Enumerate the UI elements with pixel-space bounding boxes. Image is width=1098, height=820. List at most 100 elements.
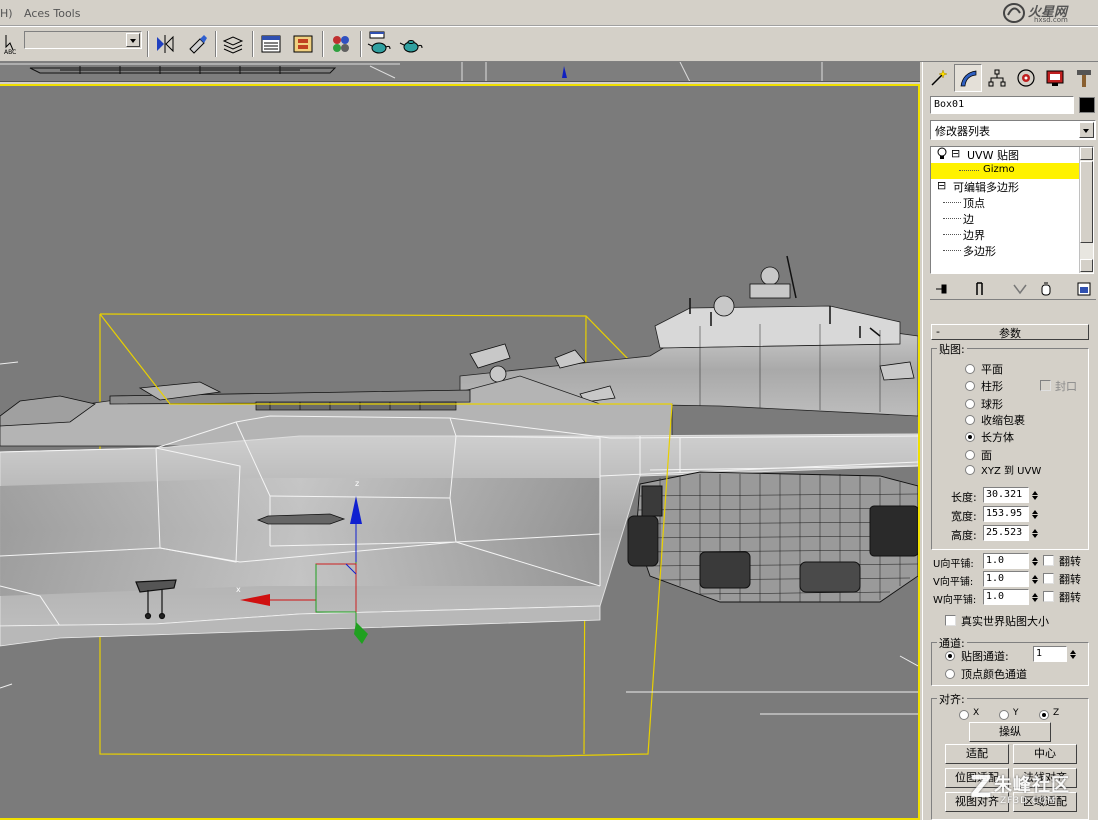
scroll-down-icon[interactable]	[1080, 259, 1093, 272]
radio-shrink-wrap[interactable]	[965, 415, 975, 425]
align-icon	[189, 35, 207, 54]
w-flip-checkbox[interactable]	[1043, 591, 1054, 602]
stack-item-label: 多边形	[963, 245, 996, 258]
modify-icon	[960, 70, 977, 87]
material-editor-button[interactable]	[328, 31, 354, 57]
u-tile-spinner[interactable]	[1031, 553, 1040, 569]
length-input[interactable]: 30.321	[983, 487, 1029, 503]
w-tile-label: W向平铺:	[933, 595, 977, 606]
radio-axis-x[interactable]	[959, 710, 969, 720]
radio-spherical[interactable]	[965, 399, 975, 409]
object-color-swatch[interactable]	[1079, 97, 1095, 113]
tab-hierarchy[interactable]	[983, 64, 1011, 92]
width-spinner[interactable]	[1031, 506, 1040, 522]
align-button[interactable]	[184, 31, 210, 57]
w-tile-input[interactable]: 1.0	[983, 589, 1029, 605]
named-selection-combo[interactable]	[24, 31, 142, 49]
length-label: 长度:	[951, 491, 977, 504]
pin-stack-button[interactable]	[932, 279, 952, 299]
stack-item-label: Gizmo	[983, 164, 1015, 175]
menu-help[interactable]: H)	[0, 7, 13, 20]
v-tile-input[interactable]: 1.0	[983, 571, 1029, 587]
cap-checkbox[interactable]	[1040, 380, 1051, 391]
map-channel-spinner[interactable]	[1069, 646, 1078, 662]
layers-icon	[222, 36, 244, 54]
u-flip-checkbox[interactable]	[1043, 555, 1054, 566]
center-button[interactable]: 中心	[1013, 744, 1077, 764]
height-input[interactable]: 25.523	[983, 525, 1029, 541]
curve-editor-button[interactable]	[258, 31, 284, 57]
viewport-top-strip[interactable]	[0, 62, 920, 82]
modifier-stack[interactable]: ⊟ UVW 贴图 Gizmo ⊟ 可编辑多边形 顶点 边 边界 多边形	[930, 146, 1094, 274]
create-icon	[931, 69, 948, 86]
stack-scrollbar[interactable]	[1079, 147, 1093, 273]
modifier-list-dropdown[interactable]: 修改器列表	[930, 120, 1096, 140]
chevron-down-icon[interactable]	[126, 33, 140, 47]
layers-button[interactable]	[220, 31, 246, 57]
scroll-up-icon[interactable]	[1080, 147, 1093, 160]
remove-modifier-button[interactable]	[1036, 279, 1056, 299]
command-panel: Box01 修改器列表 ⊟ UVW 贴图 Gizmo ⊟ 可编辑多边形 顶点 边…	[922, 62, 1098, 820]
schematic-view-button[interactable]	[290, 31, 316, 57]
configure-icon	[1077, 282, 1091, 296]
rollout-collapse-toggle[interactable]: -	[936, 325, 940, 338]
manipulate-button[interactable]: 操纵	[969, 722, 1051, 742]
mirror-button[interactable]	[152, 31, 178, 57]
axis-x-label: x	[236, 585, 241, 594]
box-label: 长方体	[981, 431, 1014, 444]
radio-vertex-color-channel[interactable]	[945, 669, 955, 679]
radio-xyz-to-uvw[interactable]	[965, 465, 975, 475]
width-input[interactable]: 153.95	[983, 506, 1029, 522]
collapse-icon[interactable]: ⊟	[951, 147, 960, 160]
length-spinner[interactable]	[1031, 487, 1040, 503]
tab-motion[interactable]	[1012, 64, 1040, 92]
scroll-thumb[interactable]	[1080, 161, 1093, 243]
v-flip-checkbox[interactable]	[1043, 573, 1054, 584]
light-bulb-icon[interactable]	[937, 147, 947, 164]
modifier-list-label: 修改器列表	[935, 125, 990, 138]
radio-map-channel[interactable]	[945, 651, 955, 661]
show-end-result-button[interactable]	[970, 279, 990, 299]
ship-model-render: z x	[0, 255, 918, 757]
hammer-icon	[1077, 70, 1091, 87]
named-selection-icon[interactable]: ABC	[0, 31, 22, 57]
watermark-glyph: Z	[970, 770, 992, 805]
u-tile-input[interactable]: 1.0	[983, 553, 1029, 569]
render-setup-button[interactable]	[366, 31, 392, 57]
stack-item-uvw-map[interactable]: ⊟ UVW 贴图	[931, 147, 1079, 163]
tab-utilities[interactable]	[1070, 64, 1098, 92]
collapse-icon[interactable]: ⊟	[937, 179, 946, 192]
tab-display[interactable]	[1041, 64, 1069, 92]
parameters-rollout-header[interactable]: - 参数	[931, 324, 1089, 340]
tab-modify[interactable]	[954, 64, 982, 92]
v-tile-spinner[interactable]	[1031, 571, 1040, 587]
make-unique-button[interactable]	[1010, 279, 1030, 299]
w-tile-spinner[interactable]	[1031, 589, 1040, 605]
configure-modifier-sets-button[interactable]	[1074, 279, 1094, 299]
fit-button[interactable]: 适配	[945, 744, 1009, 764]
real-world-map-size-checkbox[interactable]	[945, 615, 956, 626]
height-spinner[interactable]	[1031, 525, 1040, 541]
height-label: 高度:	[951, 529, 977, 542]
v-flip-label: 翻转	[1059, 573, 1081, 586]
menu-aces-tools[interactable]: Aces Tools	[24, 7, 80, 20]
material-spheres-icon	[333, 36, 349, 52]
chevron-down-icon[interactable]	[1079, 122, 1094, 138]
map-channel-input[interactable]: 1	[1033, 646, 1067, 662]
u-flip-label: 翻转	[1059, 555, 1081, 568]
rollout-title: 参数	[999, 327, 1021, 340]
cylindrical-label: 柱形	[981, 380, 1003, 393]
radio-box[interactable]	[965, 432, 975, 442]
stack-item-editable-poly[interactable]: ⊟ 可编辑多边形	[931, 179, 1079, 195]
radio-cylindrical[interactable]	[965, 381, 975, 391]
radio-axis-z[interactable]	[1039, 710, 1049, 720]
radio-face[interactable]	[965, 450, 975, 460]
tab-create[interactable]	[925, 64, 953, 92]
radio-planar[interactable]	[965, 364, 975, 374]
radio-axis-y[interactable]	[999, 710, 1009, 720]
quick-render-button[interactable]	[398, 31, 424, 57]
perspective-viewport[interactable]: z x	[0, 84, 920, 820]
stack-item-gizmo[interactable]: Gizmo	[931, 163, 1079, 179]
track-view-icon	[261, 35, 281, 53]
object-name-field[interactable]: Box01	[930, 96, 1074, 114]
